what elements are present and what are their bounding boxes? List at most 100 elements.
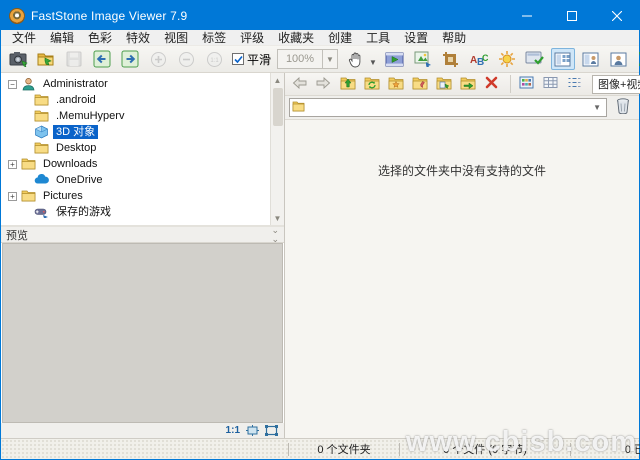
view-fullscreen-button[interactable] <box>635 48 640 70</box>
copy-to-folder-button[interactable] <box>433 75 454 94</box>
scroll-down-icon[interactable]: ▼ <box>272 212 284 224</box>
expand-plus-icon[interactable]: + <box>8 160 17 169</box>
collapse-expander-icon[interactable]: − <box>8 80 17 89</box>
menu-tools[interactable]: 工具 <box>359 30 397 46</box>
camera-icon <box>9 51 28 67</box>
menu-settings[interactable]: 设置 <box>397 30 435 46</box>
preview-zoom-label: 1:1 <box>226 425 240 436</box>
navigation-toolbar: 图像+视频 ▼ <box>285 73 639 96</box>
menu-file[interactable]: 文件 <box>5 30 43 46</box>
previous-image-button[interactable] <box>90 48 114 70</box>
folder-star-icon <box>388 76 404 93</box>
3d-cube-icon <box>34 125 49 139</box>
slideshow-icon <box>385 52 404 67</box>
tree-item-administrator[interactable]: − Administrator <box>3 76 270 92</box>
menu-rating[interactable]: 评级 <box>233 30 271 46</box>
tree-item-memuhyperv[interactable]: .MemuHyperv <box>3 108 270 124</box>
view-thumbnails-button[interactable] <box>551 48 575 70</box>
menu-edit[interactable]: 编辑 <box>43 30 81 46</box>
next-image-button[interactable] <box>118 48 142 70</box>
save-button[interactable] <box>62 48 86 70</box>
expand-plus-icon[interactable]: + <box>8 192 17 201</box>
view-thumbs-button[interactable] <box>516 75 537 94</box>
menu-bar: 文件 编辑 色彩 特效 视图 标签 评级 收藏夹 创建 工具 设置 帮助 <box>1 30 639 46</box>
crop-button[interactable] <box>439 48 463 70</box>
folder-move-icon <box>460 76 476 93</box>
expand-frame-icon[interactable] <box>265 425 278 436</box>
favorite-folder-button[interactable] <box>385 75 406 94</box>
view-browser-button[interactable] <box>579 48 603 70</box>
app-window: FastStone Image Viewer 7.9 文件 编辑 色彩 特效 视… <box>0 0 640 460</box>
folder-icon <box>34 93 49 107</box>
back-arrow-icon <box>292 77 307 92</box>
tree-item-saved-games[interactable]: 保存的游戏 <box>3 204 270 220</box>
adjust-colors-button[interactable] <box>495 48 519 70</box>
move-to-folder-button[interactable] <box>457 75 478 94</box>
tree-item-desktop[interactable]: Desktop <box>3 140 270 156</box>
menu-effects[interactable]: 特效 <box>119 30 157 46</box>
preview-area <box>2 243 283 423</box>
zoom-out-icon <box>178 51 195 68</box>
folder-icon <box>21 189 36 203</box>
user-icon <box>21 77 36 91</box>
file-filter-value: 图像+视频 <box>593 76 640 93</box>
main-toolbar: 1:1 平滑 100% ▼ ▼ <box>1 46 639 73</box>
preview-footer: 1:1 <box>1 423 284 438</box>
left-panel: − Administrator .android <box>1 73 285 438</box>
file-browser-area[interactable]: 选择的文件夹中没有支持的文件 <box>285 120 639 438</box>
checkbox-checked-icon <box>232 53 244 65</box>
zoom-in-button[interactable] <box>146 48 170 70</box>
tree-scrollbar[interactable]: ▲ ▼ <box>270 73 284 225</box>
acquire-camera-button[interactable] <box>6 48 30 70</box>
fit-window-icon[interactable] <box>246 425 259 436</box>
delete-button[interactable] <box>481 75 502 94</box>
collapse-chevrons-icon[interactable]: ⌄⌄ <box>271 226 279 244</box>
refresh-folder-button[interactable] <box>361 75 382 94</box>
path-combobox[interactable]: ▼ <box>289 98 607 117</box>
crop-icon <box>442 51 459 68</box>
menu-favorites[interactable]: 收藏夹 <box>271 30 321 46</box>
zoom-out-button[interactable] <box>174 48 198 70</box>
folder-up-icon <box>340 76 356 93</box>
menu-help[interactable]: 帮助 <box>435 30 473 46</box>
settings-screen-button[interactable] <box>523 48 547 70</box>
forward-button[interactable] <box>313 75 334 94</box>
view-list-button[interactable] <box>564 75 585 94</box>
resize-button[interactable] <box>411 48 435 70</box>
scroll-thumb[interactable] <box>273 88 283 126</box>
menu-colors[interactable]: 色彩 <box>81 30 119 46</box>
tree-item-android[interactable]: .android <box>3 92 270 108</box>
menu-view[interactable]: 视图 <box>157 30 195 46</box>
menu-create[interactable]: 创建 <box>321 30 359 46</box>
view-image-button[interactable] <box>607 48 631 70</box>
maximize-button[interactable] <box>549 1 594 30</box>
actual-size-button[interactable]: 1:1 <box>202 48 226 70</box>
up-folder-button[interactable] <box>337 75 358 94</box>
menu-tag[interactable]: 标签 <box>195 30 233 46</box>
address-bar: ▼ <box>285 96 639 120</box>
tree-item-3d-objects[interactable]: 3D 对象 <box>3 124 270 140</box>
scroll-up-icon[interactable]: ▲ <box>272 74 284 86</box>
folder-copy-icon <box>436 76 452 93</box>
hand-tool-button[interactable] <box>344 48 368 70</box>
slideshow-button[interactable] <box>383 48 407 70</box>
tag-folder-button[interactable] <box>409 75 430 94</box>
open-folder-icon <box>37 51 56 67</box>
smooth-checkbox[interactable]: 平滑 <box>232 51 271 68</box>
zoom-level-select[interactable]: 100% ▼ <box>277 49 338 69</box>
hand-tool-dropdown-icon[interactable]: ▼ <box>369 58 377 67</box>
batch-rename-button[interactable]: ABC <box>467 48 491 70</box>
folder-tag-icon <box>412 76 428 93</box>
view-detail-button[interactable] <box>540 75 561 94</box>
tree-item-onedrive[interactable]: OneDrive <box>3 172 270 188</box>
tree-item-pictures[interactable]: + Pictures <box>3 188 270 204</box>
close-button[interactable] <box>594 1 639 30</box>
minimize-button[interactable] <box>504 1 549 30</box>
open-folder-button[interactable] <box>34 48 58 70</box>
recycle-bin-button[interactable] <box>611 98 635 118</box>
status-selected-count: 0 已选择 <box>571 439 640 459</box>
file-filter-select[interactable]: 图像+视频 ▼ <box>592 75 640 94</box>
back-button[interactable] <box>289 75 310 94</box>
zoom-in-icon <box>150 51 167 68</box>
tree-item-downloads[interactable]: + Downloads <box>3 156 270 172</box>
